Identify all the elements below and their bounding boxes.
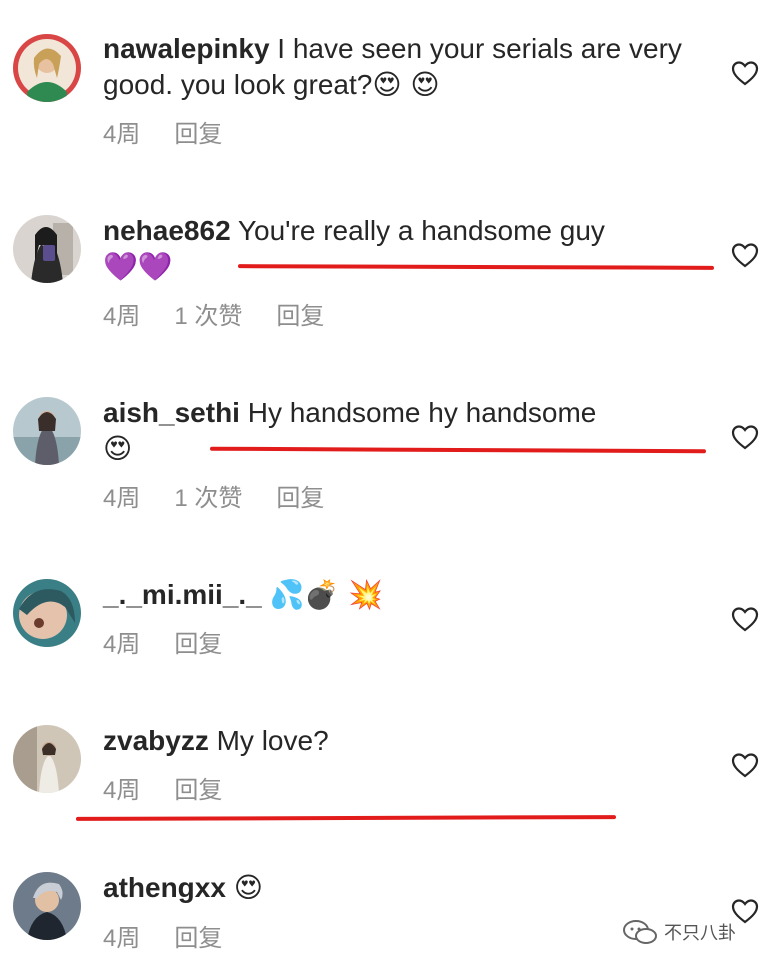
comment-meta: 4周 回复 [103,120,256,150]
watermark: 不只八卦 [622,918,736,946]
like-heart-icon[interactable] [731,606,759,632]
timestamp: 4周 [103,631,141,658]
likes-count[interactable]: 1 次赞 [174,484,242,514]
comment-text: nawalepinky I have seen your serials are… [103,31,703,103]
comment-text: _._mi.mii_._ 💦💣 💥 [103,577,703,613]
comment-body: You're really a handsome guy [237,215,605,246]
username[interactable]: athengxx [103,872,226,903]
emoji: 😍 [233,871,263,904]
comment-text: athengxx 😍 [103,870,703,906]
timestamp: 4周 [103,925,141,952]
comment-meta: 4周 1 次赞 回复 [103,484,358,514]
reply-button[interactable]: 回复 [276,484,324,514]
avatar[interactable] [13,725,81,793]
like-heart-icon[interactable] [731,242,759,268]
avatar[interactable] [13,872,81,940]
timestamp: 4周 [103,777,141,804]
red-underline [75,815,617,821]
username[interactable]: nehae862 [103,215,231,246]
comment-text: nehae862 You're really a handsome guy 💜💜 [103,213,703,285]
avatar[interactable] [13,215,81,283]
likes-count[interactable]: 1 次赞 [174,302,242,332]
like-heart-icon[interactable] [731,424,759,450]
comment-meta: 4周 1 次赞 回复 [103,302,358,332]
avatar[interactable] [13,34,81,102]
username[interactable]: zvabyzz [103,725,209,756]
avatar[interactable] [13,579,81,647]
reply-button[interactable]: 回复 [174,776,222,806]
comment-text: aish_sethi Hy handsome hy handsome 😍 [103,395,703,467]
comment-text: zvabyzz My love? [103,723,703,759]
reply-button[interactable]: 回复 [276,302,324,332]
comment-body: My love? [216,725,329,756]
emoji: 😍 😍 [372,68,440,101]
reply-button[interactable]: 回复 [174,630,222,660]
emoji: 😍 [103,432,133,465]
timestamp: 4周 [103,303,141,330]
like-heart-icon[interactable] [731,752,759,778]
watermark-text: 不只八卦 [664,923,736,943]
timestamp: 4周 [103,121,141,148]
reply-button[interactable]: 回复 [174,924,222,954]
comment-meta: 4周 回复 [103,630,256,660]
comment-body: Hy handsome hy handsome [247,397,597,428]
emoji: 💜💜 [103,250,173,283]
comment-meta: 4周 回复 [103,776,256,806]
reply-button[interactable]: 回复 [174,120,222,150]
comment-meta: 4周 回复 [103,924,256,954]
username[interactable]: aish_sethi [103,397,240,428]
timestamp: 4周 [103,485,141,512]
wechat-icon [623,920,657,944]
emoji: 💦💣 💥 [269,578,384,611]
username[interactable]: _._mi.mii_._ [103,579,262,610]
avatar[interactable] [13,397,81,465]
username[interactable]: nawalepinky [103,33,270,64]
like-heart-icon[interactable] [731,60,759,86]
